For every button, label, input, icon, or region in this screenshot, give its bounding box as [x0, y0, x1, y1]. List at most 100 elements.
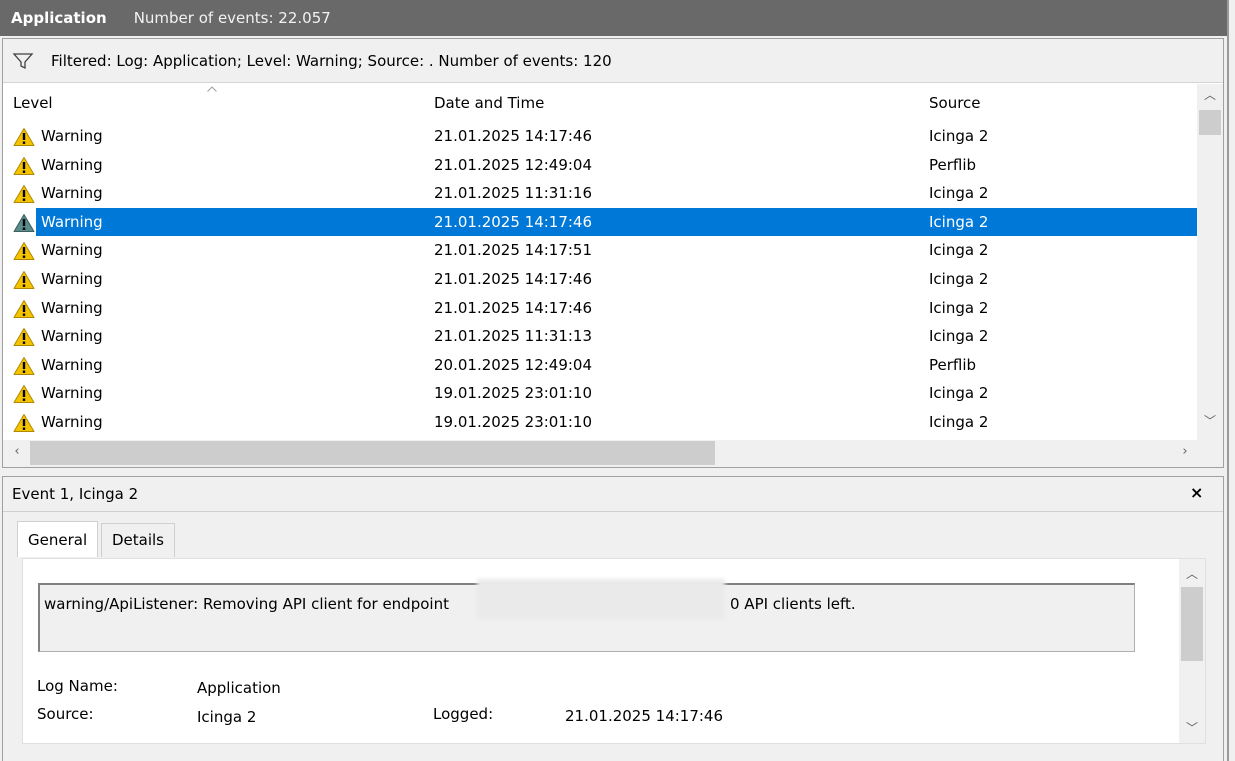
source-cell: Icinga 2 [929, 184, 989, 203]
column-header-source[interactable]: Source [929, 84, 981, 122]
source-value: Icinga 2 [197, 708, 257, 726]
level-cell: Warning [41, 327, 103, 346]
scroll-thumb[interactable] [1199, 110, 1221, 135]
source-cell: Icinga 2 [929, 212, 989, 231]
source-cell: Icinga 2 [929, 413, 989, 431]
list-header: Level Date and Time Source [3, 84, 1197, 122]
redacted-endpoint [477, 579, 725, 619]
event-viewer-window: Application Number of events: 22.057 Fil… [0, 0, 1235, 761]
tab-general[interactable]: General [17, 521, 99, 557]
level-cell: Warning [41, 241, 103, 260]
date-time-cell: 21.01.2025 11:31:13 [434, 327, 593, 346]
table-row[interactable]: Warning 21.01.2025 11:31:16 Icinga 2 [3, 179, 1197, 208]
table-row[interactable]: Warning 19.01.2025 23:01:10 Icinga 2 [3, 408, 1197, 437]
scroll-right-icon[interactable]: › [1175, 444, 1195, 464]
details-vertical-scrollbar[interactable]: ︿ ﹀ [1179, 559, 1205, 743]
level-cell: Warning [41, 212, 103, 231]
level-cell: Warning [41, 355, 103, 374]
event-details-title: Event 1, Icinga 2 [12, 485, 139, 503]
scroll-left-icon[interactable]: ‹ [7, 444, 27, 464]
table-row[interactable]: Warning 21.01.2025 14:17:51 Icinga 2 [3, 236, 1197, 265]
logged-value: 21.01.2025 14:17:46 [565, 707, 724, 725]
date-time-cell: 21.01.2025 11:31:16 [434, 184, 593, 203]
date-time-cell: 21.01.2025 14:17:46 [434, 270, 593, 288]
column-header-date-time[interactable]: Date and Time [434, 84, 544, 122]
source-cell: Icinga 2 [929, 241, 989, 260]
source-cell: Perflib [929, 355, 977, 374]
warning-icon [13, 356, 35, 375]
log-name-title: Application [11, 9, 107, 27]
source-cell: Icinga 2 [929, 327, 989, 346]
log-name-value: Application [197, 679, 281, 697]
filter-description: Filtered: Log: Application; Level: Warni… [51, 51, 612, 70]
source-cell: Icinga 2 [929, 384, 989, 403]
details-scroll-up-icon[interactable]: ︿ [1179, 565, 1205, 585]
scroll-up-icon[interactable]: ︿ [1197, 86, 1223, 108]
log-title-bar: Application Number of events: 22.057 [0, 0, 1227, 36]
level-cell: Warning [41, 184, 103, 203]
source-cell: Icinga 2 [929, 298, 989, 317]
event-count-label: Number of events: 22.057 [133, 9, 331, 27]
source-label: Source: [37, 705, 94, 723]
date-time-cell: 21.01.2025 14:17:46 [434, 212, 593, 231]
table-row[interactable]: Warning 19.01.2025 23:01:10 Icinga 2 [3, 379, 1197, 408]
level-cell: Warning [41, 155, 103, 174]
level-cell: Warning [41, 384, 103, 403]
selection-highlight [36, 207, 1197, 237]
details-scroll-down-icon[interactable]: ﹀ [1179, 719, 1205, 739]
logged-label: Logged: [433, 705, 494, 723]
event-list-panel: Filtered: Log: Application; Level: Warni… [2, 38, 1224, 468]
details-scroll-thumb[interactable] [1181, 587, 1203, 661]
horizontal-scrollbar[interactable]: ‹ › [3, 440, 1197, 467]
level-cell: Warning [41, 298, 103, 317]
table-row[interactable]: Warning 21.01.2025 14:17:46 Icinga 2 [3, 265, 1197, 294]
level-cell: Warning [41, 127, 103, 145]
warning-icon [13, 385, 35, 404]
warning-icon [13, 328, 35, 347]
details-title-bar: Event 1, Icinga 2 × [3, 477, 1223, 512]
table-row[interactable]: Warning 21.01.2025 11:31:13 Icinga 2 [3, 322, 1197, 351]
event-message-text: warning/ApiListener: Removing API client… [44, 595, 449, 613]
scrollbar-corner [1197, 440, 1223, 467]
scroll-thumb-horizontal[interactable] [30, 441, 715, 465]
scroll-down-icon[interactable]: ﹀ [1197, 412, 1223, 434]
details-tabs: General Details [15, 521, 1205, 559]
date-time-cell: 20.01.2025 12:49:04 [434, 355, 593, 374]
table-row[interactable]: Warning 20.01.2025 12:49:04 Perflib [3, 351, 1197, 380]
sort-ascending-icon [207, 86, 217, 92]
date-time-cell: 21.01.2025 12:49:04 [434, 155, 593, 174]
date-time-cell: 21.01.2025 14:17:51 [434, 241, 593, 260]
event-message-box[interactable]: warning/ApiListener: Removing API client… [38, 579, 1135, 652]
warning-icon [13, 156, 35, 175]
event-message-suffix: 0 API clients left. [730, 595, 856, 613]
level-cell: Warning [41, 413, 103, 431]
filter-bar: Filtered: Log: Application; Level: Warni… [3, 39, 1223, 83]
warning-icon [13, 299, 35, 318]
close-icon[interactable]: × [1190, 483, 1203, 502]
table-row[interactable]: Warning 21.01.2025 14:17:46 Icinga 2 [3, 294, 1197, 323]
date-time-cell: 21.01.2025 14:17:46 [434, 127, 593, 145]
filter-icon [12, 52, 34, 69]
window-edge [1227, 0, 1235, 761]
table-row[interactable]: Warning 21.01.2025 14:17:46 Icinga 2 [3, 122, 1197, 151]
table-row[interactable]: Warning 21.01.2025 14:17:46 Icinga 2 [3, 207, 1197, 237]
general-tab-content: warning/ApiListener: Removing API client… [22, 558, 1206, 744]
log-name-label: Log Name: [37, 677, 118, 695]
tab-details[interactable]: Details [101, 523, 176, 557]
source-cell: Perflib [929, 155, 977, 174]
warning-icon [13, 242, 35, 261]
warning-icon [13, 128, 35, 146]
source-cell: Icinga 2 [929, 270, 989, 288]
table-row[interactable]: Warning 21.01.2025 12:49:04 Perflib [3, 151, 1197, 180]
warning-icon [13, 213, 35, 232]
warning-icon [13, 271, 35, 289]
date-time-cell: 21.01.2025 14:17:46 [434, 298, 593, 317]
level-cell: Warning [41, 270, 103, 288]
event-list[interactable]: Level Date and Time Source Warning 21.01.… [3, 84, 1197, 440]
date-time-cell: 19.01.2025 23:01:10 [434, 384, 593, 403]
warning-icon [13, 185, 35, 204]
event-details-panel: Event 1, Icinga 2 × General Details warn… [2, 476, 1224, 761]
column-header-level[interactable]: Level [13, 84, 53, 122]
vertical-scrollbar[interactable]: ︿ ﹀ [1197, 84, 1223, 440]
warning-icon [13, 414, 35, 432]
